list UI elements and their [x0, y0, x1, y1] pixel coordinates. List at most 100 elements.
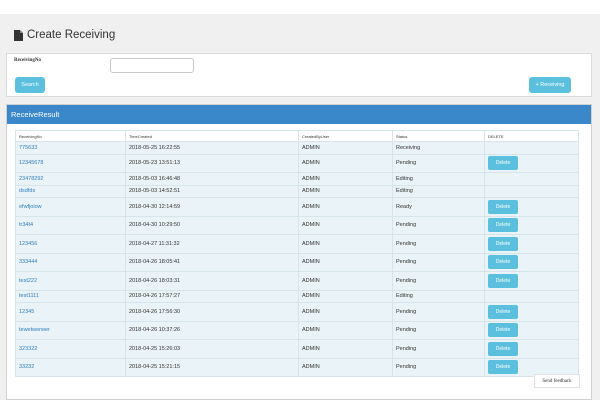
- status-cell: Pending: [392, 271, 485, 291]
- column-header-receiving-no: ReceivingNo: [15, 130, 126, 142]
- delete-cell: Delete: [484, 271, 579, 291]
- time-created-cell: 2018-05-03 16:46:48: [125, 172, 299, 186]
- time-created-cell: 2018-05-23 13:51:13: [125, 153, 299, 173]
- receiving-no-link[interactable]: tewetwerwer: [19, 327, 50, 333]
- search-button[interactable]: Search: [15, 77, 45, 93]
- delete-cell: Delete: [484, 197, 579, 217]
- receiving-no-cell: dsdfds: [15, 184, 126, 198]
- receiving-no-link[interactable]: test222: [19, 278, 37, 284]
- delete-button[interactable]: Delete: [488, 218, 518, 233]
- time-created-cell: 2018-04-30 10:29:50: [125, 215, 299, 235]
- delete-button[interactable]: Delete: [488, 199, 518, 214]
- receiving-no-cell: 12345: [15, 302, 126, 322]
- table-row: test222 2018-04-26 18:03:31 ADMIN Pending De…: [15, 271, 579, 291]
- receiving-no-cell: 12345678: [15, 153, 126, 173]
- page-title: Create Receiving: [27, 29, 116, 41]
- receiving-no-link[interactable]: dsdfds: [19, 188, 35, 194]
- top-strip: [0, 0, 600, 14]
- page-header: Create Receiving: [14, 27, 115, 43]
- delete-button[interactable]: Delete: [488, 360, 518, 375]
- receiving-no-link[interactable]: 33232: [19, 364, 34, 370]
- created-by-cell: ADMIN: [298, 172, 393, 186]
- created-by-cell: ADMIN: [298, 197, 393, 217]
- delete-button[interactable]: Delete: [488, 156, 518, 171]
- status-cell: Pending: [392, 339, 485, 359]
- table-row: dsdfds 2018-05-03 14:52:51 ADMIN Editing: [15, 184, 579, 198]
- delete-button[interactable]: Delete: [488, 323, 518, 338]
- table-header-row: ReceivingNo TimeCreated CreatedByUser St…: [15, 130, 579, 142]
- delete-cell: Delete: [484, 320, 579, 340]
- delete-cell: Delete: [484, 234, 579, 254]
- delete-button[interactable]: Delete: [488, 304, 518, 319]
- table-row: 12345678 2018-05-23 13:51:13 ADMIN Pending D…: [15, 153, 579, 173]
- delete-button[interactable]: Delete: [488, 255, 518, 270]
- receiving-no-link[interactable]: 23478292: [19, 176, 43, 182]
- created-by-cell: ADMIN: [298, 184, 393, 198]
- receiving-no-cell: efwfjoiow: [15, 197, 126, 217]
- receiving-no-input[interactable]: [110, 58, 194, 73]
- delete-cell: Delete: [484, 215, 579, 235]
- receiving-no-cell: 333444: [15, 252, 126, 272]
- delete-button[interactable]: Delete: [488, 236, 518, 251]
- delete-button[interactable]: Delete: [488, 341, 518, 356]
- results-body: 775633 2018-05-25 16:22:55 ADMIN Receiving 1…: [15, 141, 579, 377]
- send-feedback-button[interactable]: Send feedback: [534, 374, 580, 388]
- time-created-cell: 2018-05-25 16:22:55: [125, 141, 299, 155]
- document-icon: [14, 29, 23, 41]
- created-by-cell: ADMIN: [298, 271, 393, 291]
- table-row: 23478292 2018-05-03 16:46:48 ADMIN Editing: [15, 172, 579, 186]
- time-created-cell: 2018-04-26 17:56:30: [125, 302, 299, 322]
- table-row: 333444 2018-04-26 18:05:41 ADMIN Pending Del…: [15, 252, 579, 272]
- table-row: tr34t4 2018-04-30 10:29:50 ADMIN Pending Del…: [15, 215, 579, 235]
- table-row: test1111 2018-04-26 17:57:27 ADMIN Editing: [15, 289, 579, 303]
- receiving-no-link[interactable]: tr34t4: [19, 222, 33, 228]
- table-row: 775633 2018-05-25 16:22:55 ADMIN Receiving: [15, 141, 579, 155]
- delete-cell: Delete: [484, 302, 579, 322]
- table-row: 123456 2018-04-27 11:31:32 ADMIN Pending Del…: [15, 234, 579, 254]
- delete-button[interactable]: Delete: [488, 273, 518, 288]
- receiving-no-cell: 123456: [15, 234, 126, 254]
- created-by-cell: ADMIN: [298, 153, 393, 173]
- delete-cell: [484, 289, 579, 303]
- receiving-no-link[interactable]: 323322: [19, 346, 37, 352]
- created-by-cell: ADMIN: [298, 320, 393, 340]
- status-cell: Pending: [392, 252, 485, 272]
- created-by-cell: ADMIN: [298, 215, 393, 235]
- receiving-no-link[interactable]: efwfjoiow: [19, 204, 42, 210]
- table-row: 33232 2018-04-25 15:21:15 ADMIN Pending Dele…: [15, 357, 579, 377]
- receiving-no-link[interactable]: 123456: [19, 241, 37, 247]
- time-created-cell: 2018-05-03 14:52:51: [125, 184, 299, 198]
- time-created-cell: 2018-04-30 12:14:59: [125, 197, 299, 217]
- time-created-cell: 2018-04-26 10:37:26: [125, 320, 299, 340]
- time-created-cell: 2018-04-25 15:21:15: [125, 357, 299, 377]
- column-header-created-by: CreatedByUser: [298, 130, 393, 142]
- status-cell: Editing: [392, 289, 485, 303]
- receiving-no-link[interactable]: 12345678: [19, 160, 43, 166]
- receiving-no-link[interactable]: 775633: [19, 145, 37, 151]
- column-header-time-created: TimeCreated: [125, 130, 299, 142]
- status-cell: Pending: [392, 234, 485, 254]
- status-cell: Pending: [392, 320, 485, 340]
- receiving-no-cell: test1111: [15, 289, 126, 303]
- receiving-no-link[interactable]: 12345: [19, 309, 34, 315]
- time-created-cell: 2018-04-26 17:57:27: [125, 289, 299, 303]
- status-cell: Receiving: [392, 141, 485, 155]
- search-panel: ReceivingNo Search + Receiving: [6, 53, 592, 97]
- created-by-cell: ADMIN: [298, 234, 393, 254]
- time-created-cell: 2018-04-27 11:31:32: [125, 234, 299, 254]
- receiving-no-cell: 23478292: [15, 172, 126, 186]
- delete-cell: Delete: [484, 153, 579, 173]
- receiving-no-link[interactable]: test1111: [19, 293, 39, 299]
- created-by-cell: ADMIN: [298, 141, 393, 155]
- table-row: 323322 2018-04-25 15:26:03 ADMIN Pending Del…: [15, 339, 579, 359]
- result-panel: ReceiveResult ReceivingNo TimeCreated Cr…: [6, 104, 592, 400]
- delete-cell: [484, 172, 579, 186]
- receiving-no-link[interactable]: 333444: [19, 259, 37, 265]
- result-heading: ReceiveResult: [7, 105, 591, 124]
- receiving-no-cell: 775633: [15, 141, 126, 155]
- status-cell: Pending: [392, 153, 485, 173]
- status-cell: Pending: [392, 302, 485, 322]
- add-receiving-button[interactable]: + Receiving: [529, 77, 571, 93]
- table-row: 12345 2018-04-26 17:56:30 ADMIN Pending Dele…: [15, 302, 579, 322]
- status-cell: Editing: [392, 172, 485, 186]
